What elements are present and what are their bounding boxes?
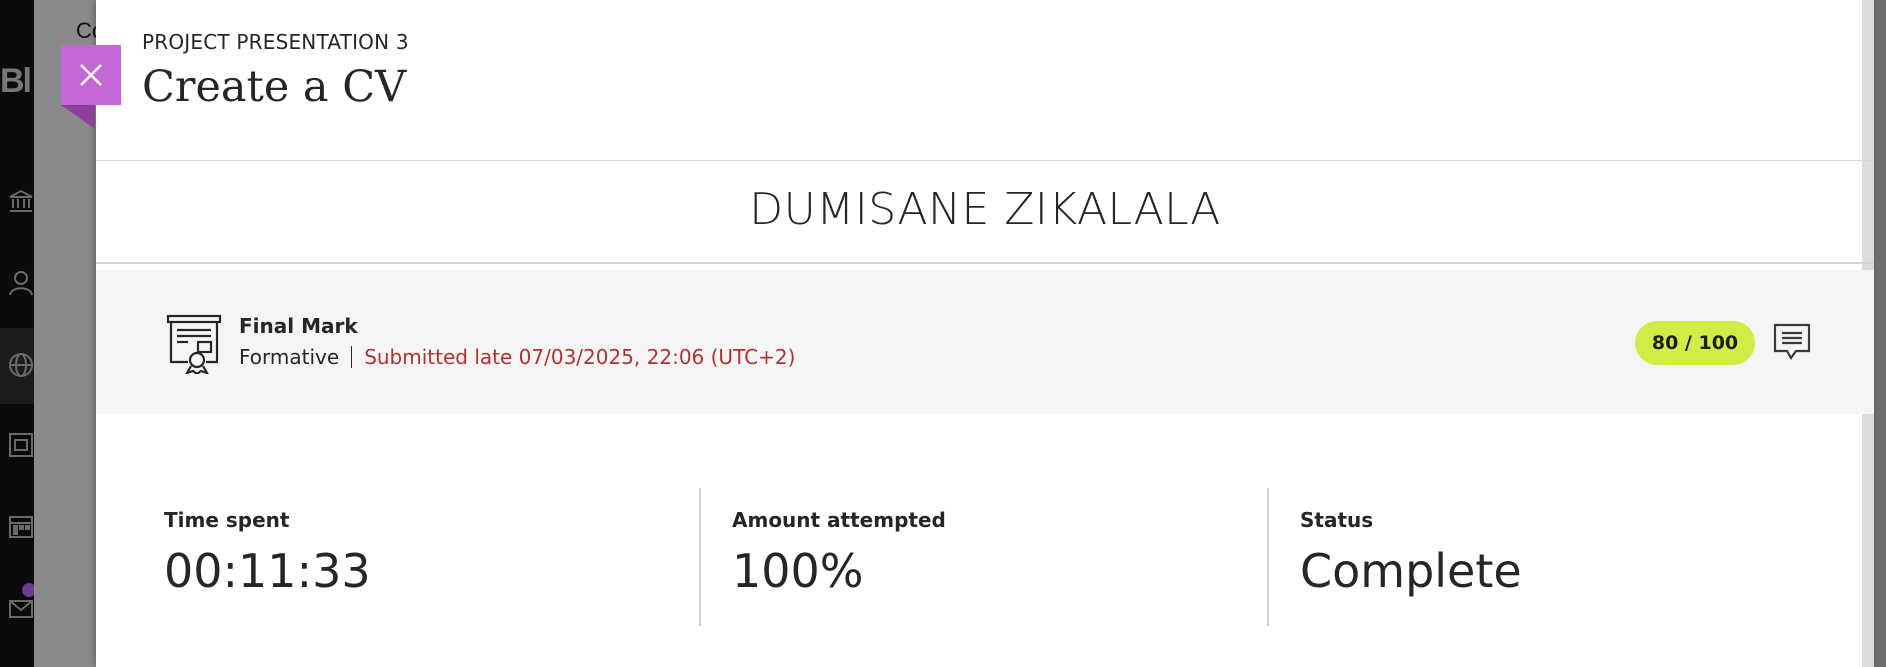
stat-value: Complete	[1300, 544, 1522, 598]
score-pill[interactable]: 80 / 100	[1635, 321, 1755, 365]
assignment-category: PROJECT PRESENTATION 3	[142, 30, 409, 54]
globe-icon	[9, 353, 33, 377]
institution-icon	[9, 189, 33, 212]
background-sidebar: Bl	[0, 0, 36, 667]
attempt-stats: Time spent 00:11:33 Amount attempted 100…	[96, 488, 1874, 628]
page-title: Create a CV	[142, 62, 407, 112]
background-logo: Bl	[0, 62, 32, 100]
grade-type: Formative	[239, 345, 340, 369]
certificate-document-icon	[166, 314, 222, 374]
panel-header: PROJECT PRESENTATION 3 Create a CV	[142, 30, 409, 112]
close-icon	[80, 64, 102, 86]
separator	[351, 346, 353, 368]
close-button[interactable]	[61, 45, 121, 105]
stat-value: 100%	[732, 544, 864, 598]
stat-time-spent: Time spent 00:11:33	[96, 488, 664, 628]
messages-icon	[9, 600, 33, 618]
grade-row: Final Mark Formative Submitted late 07/0…	[96, 270, 1874, 414]
name-divider	[96, 262, 1874, 264]
stat-label: Time spent	[164, 508, 290, 532]
courses-icon	[9, 433, 33, 457]
comment-icon[interactable]	[1772, 322, 1812, 362]
student-name: DUMISANE ZIKALALA	[749, 184, 1221, 235]
stat-label: Status	[1300, 508, 1374, 532]
stat-status: Status Complete	[1232, 488, 1800, 628]
grade-title: Final Mark	[239, 314, 358, 338]
calendar-icon	[9, 516, 33, 538]
profile-icon	[9, 271, 33, 296]
stat-amount-attempted: Amount attempted 100%	[664, 488, 1232, 628]
stat-value: 00:11:33	[164, 544, 371, 598]
submission-status: Submitted late 07/03/2025, 22:06 (UTC+2)	[364, 345, 796, 369]
grade-details: Formative Submitted late 07/03/2025, 22:…	[239, 345, 795, 369]
header-divider	[96, 160, 1874, 161]
stat-label: Amount attempted	[732, 508, 946, 532]
close-button-tab	[61, 105, 95, 129]
